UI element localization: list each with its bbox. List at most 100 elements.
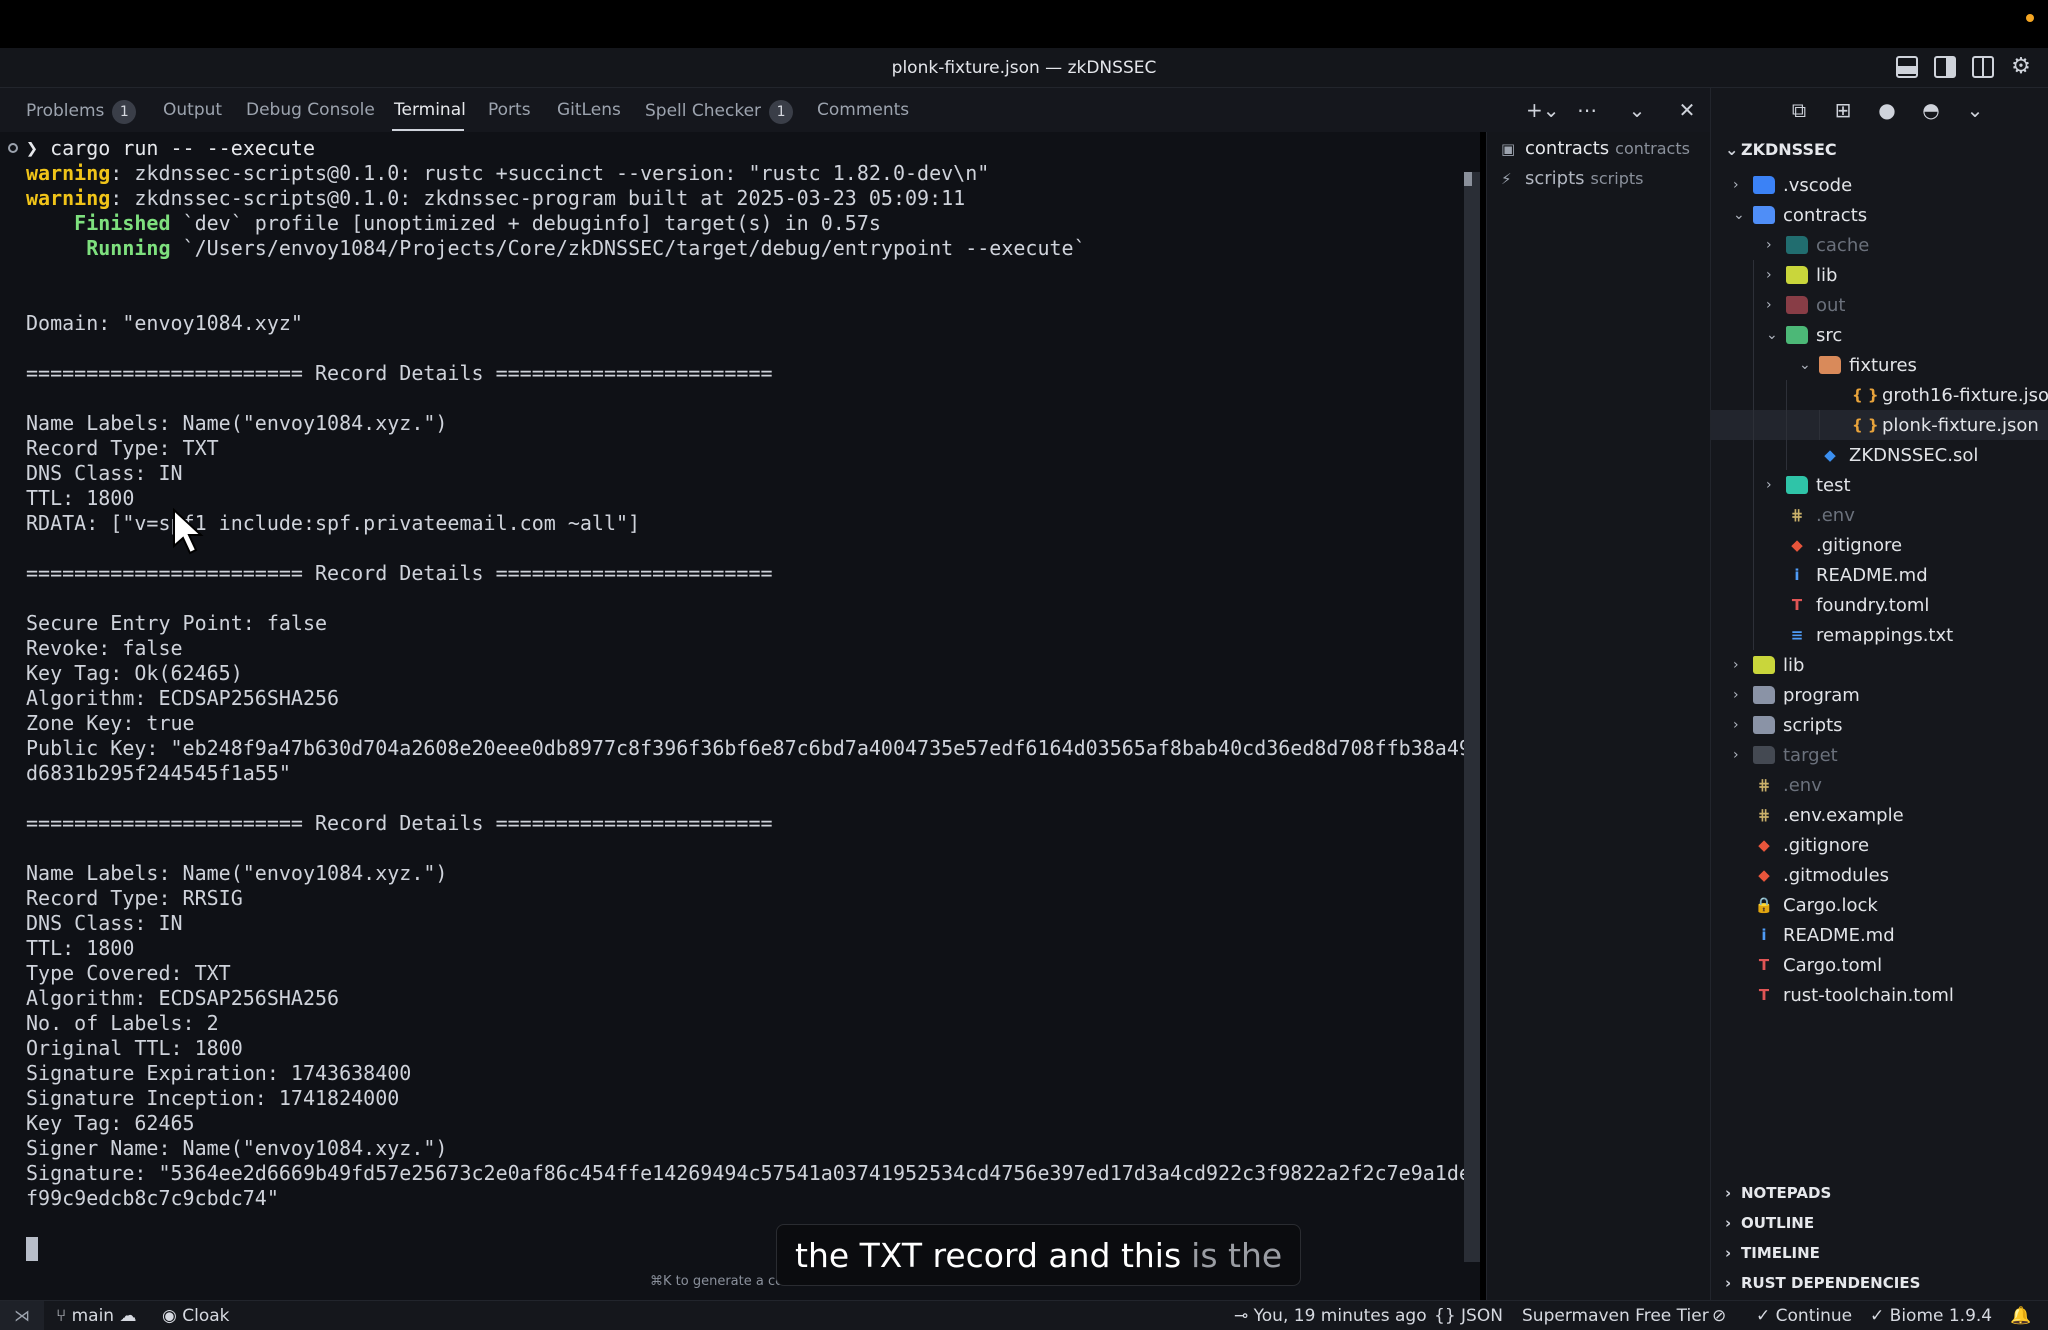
continue-status[interactable]: ✓ Continue <box>1756 1306 1852 1326</box>
explorer-root-folder[interactable]: ⌄ ZKDNSSEC <box>1725 140 1837 159</box>
tree-item[interactable]: ⌄ src <box>1766 320 1842 350</box>
tree-item[interactable]: ⌄ contracts <box>1733 200 1867 230</box>
close-panel-icon[interactable]: ✕ <box>1676 98 1698 122</box>
tree-item[interactable]: › program <box>1733 680 1860 710</box>
terminal-view[interactable]: ❯ cargo run -- --execute warning: zkdnss… <box>0 132 1480 1300</box>
tab-spell-checker[interactable]: Spell Checker 1 <box>645 100 794 124</box>
tab-comments[interactable]: Comments <box>817 100 909 120</box>
tree-item[interactable]: Trust-toolchain.toml <box>1733 980 1954 1010</box>
toggle-panel-icon[interactable] <box>1896 56 1918 78</box>
toggle-secondary-sidebar-icon[interactable] <box>1934 56 1956 78</box>
tree-item[interactable]: ≡ remappings.txt <box>1766 620 1954 650</box>
terminal-line: Type Covered: TXT <box>26 961 231 985</box>
tree-item[interactable]: T Cargo.toml <box>1733 950 1882 980</box>
chevron-down-icon[interactable]: ⌄ <box>1963 98 1987 132</box>
folder-icon <box>1753 716 1775 734</box>
tree-item[interactable]: › target <box>1733 740 1838 770</box>
github-icon[interactable]: ● <box>1875 98 1899 132</box>
folder-icon <box>1786 266 1808 284</box>
section-label: RUST DEPENDENCIES <box>1741 1274 1921 1292</box>
tree-item[interactable]: Tfoundry.toml <box>1766 590 1930 620</box>
remote-indicator-icon[interactable]: ⋊ <box>0 1301 44 1330</box>
chevron-right-icon: › <box>1733 657 1739 673</box>
customize-layout-icon[interactable] <box>1972 56 1994 78</box>
git-blame[interactable]: ⊸ You, 19 minutes ago <box>1234 1306 1427 1326</box>
terminal-line: Key Tag: 62465 <box>26 1111 195 1135</box>
tree-item[interactable]: { } plonk-fixture.json <box>1711 410 2048 440</box>
section-timeline[interactable]: › TIMELINE <box>1725 1244 1820 1262</box>
tree-item[interactable]: › lib <box>1766 260 1837 290</box>
folder-icon <box>1753 686 1775 704</box>
tree-item[interactable]: › test <box>1766 470 1851 500</box>
terminal-prompt: ❯ cargo run -- --execute <box>26 136 315 160</box>
new-terminal-icon[interactable]: +⌄ <box>1526 98 1560 122</box>
tree-item-label: src <box>1816 324 1843 346</box>
terminal-cursor <box>26 1237 38 1261</box>
section-rust-dependencies[interactable]: › RUST DEPENDENCIES <box>1725 1274 1920 1292</box>
tree-item-label: .gitignore <box>1816 534 1903 556</box>
chevron-down-icon: ⌄ <box>1725 140 1739 159</box>
folder-icon <box>1786 476 1808 494</box>
tree-item[interactable]: i README.md <box>1733 920 1894 950</box>
terminal-line: Domain: "envoy1084.xyz" <box>26 311 303 335</box>
tree-item-label: foundry.toml <box>1816 594 1930 616</box>
subtitle-text: the TXT record and this <box>795 1235 1182 1275</box>
extensions-icon[interactable]: ⊞ <box>1831 98 1855 132</box>
cloak-status[interactable]: ◉ Cloak <box>162 1306 230 1326</box>
spell-checker-count-badge: 1 <box>769 100 794 124</box>
terminal-line: `/Users/envoy1084/Projects/Core/zkDNSSEC… <box>170 236 1086 260</box>
terminal-line: Original TTL: 1800 <box>26 1036 243 1060</box>
more-actions-icon[interactable]: ⋯ <box>1576 98 1598 122</box>
terminal-line: Secure Entry Point: false <box>26 611 328 635</box>
terminal-list-item-contracts[interactable]: ▣ contracts contracts <box>1501 138 1690 159</box>
warning-label: warning <box>26 161 111 185</box>
tab-terminal[interactable]: Terminal <box>394 100 466 120</box>
tree-item[interactable]: ◆ .gitignore <box>1733 830 1869 860</box>
mouse-pointer-icon <box>173 508 204 555</box>
terminal-scrollbar-thumb[interactable] <box>1464 172 1472 186</box>
git-branch[interactable]: ⑂ main ☁ <box>56 1306 137 1326</box>
section-notepads[interactable]: › NOTEPADS <box>1725 1184 1831 1202</box>
biome-status[interactable]: ✓ Biome 1.9.4 <box>1870 1306 1992 1326</box>
gear-icon[interactable]: ⚙ <box>2010 56 2032 78</box>
tree-item[interactable]: { } groth16-fixture.json <box>1832 380 2048 410</box>
tree-item[interactable]: ⋕ .env.example <box>1733 800 1904 830</box>
copilot-disabled-icon[interactable]: ⊘ <box>1712 1306 1726 1326</box>
tree-item[interactable]: i README.md <box>1766 560 1927 590</box>
tree-item[interactable]: ⋕ .env <box>1733 770 1822 800</box>
chevron-right-icon: › <box>1766 297 1772 313</box>
tab-ports[interactable]: Ports <box>488 100 531 120</box>
tab-output[interactable]: Output <box>163 100 222 120</box>
tab-gitlens[interactable]: GitLens <box>557 100 621 120</box>
file-icon: ◆ <box>1824 446 1836 464</box>
running-label: Running <box>86 236 171 260</box>
docker-icon[interactable]: ◓ <box>1919 98 1943 132</box>
terminal-line: Algorithm: ECDSAP256SHA256 <box>26 686 340 710</box>
tree-item[interactable]: ◆ .gitmodules <box>1733 860 1889 890</box>
script-icon: ⚡ <box>1501 170 1512 188</box>
eye-icon: ◉ <box>162 1306 183 1326</box>
tree-item[interactable]: ◆ ZKDNSSEC.sol <box>1799 440 1978 470</box>
tab-debug-console[interactable]: Debug Console <box>246 100 375 120</box>
terminal-scrollbar[interactable] <box>1464 172 1480 1262</box>
tree-item[interactable]: 🔒 Cargo.lock <box>1733 890 1878 920</box>
section-outline[interactable]: › OUTLINE <box>1725 1214 1814 1232</box>
collapse-panel-icon[interactable]: ⌄ <box>1626 98 1648 122</box>
supermaven-status[interactable]: Supermaven Free Tier <box>1522 1306 1709 1326</box>
terminal-line: Revoke: false <box>26 636 183 660</box>
copy-files-icon[interactable]: ⧉ <box>1787 98 1811 132</box>
bell-icon[interactable]: 🔔 <box>2010 1306 2031 1326</box>
warning-label: warning <box>26 186 111 210</box>
tree-item[interactable]: › .vscode <box>1733 170 1852 200</box>
tree-item[interactable]: ⋕ .env <box>1766 500 1855 530</box>
tree-item[interactable]: ◆ .gitignore <box>1766 530 1902 560</box>
tree-item-label: remappings.txt <box>1816 624 1954 646</box>
tree-item[interactable]: ⌄ fixtures <box>1799 350 1917 380</box>
tree-item[interactable]: › cache <box>1766 230 1869 260</box>
terminal-list-item-scripts[interactable]: ⚡ scripts scripts <box>1501 168 1643 189</box>
language-mode[interactable]: {} JSON <box>1434 1306 1503 1326</box>
tree-item[interactable]: › out <box>1766 290 1845 320</box>
tree-item[interactable]: › scripts <box>1733 710 1843 740</box>
tab-problems[interactable]: Problems 1 <box>26 100 137 124</box>
tree-item[interactable]: › lib <box>1733 650 1804 680</box>
